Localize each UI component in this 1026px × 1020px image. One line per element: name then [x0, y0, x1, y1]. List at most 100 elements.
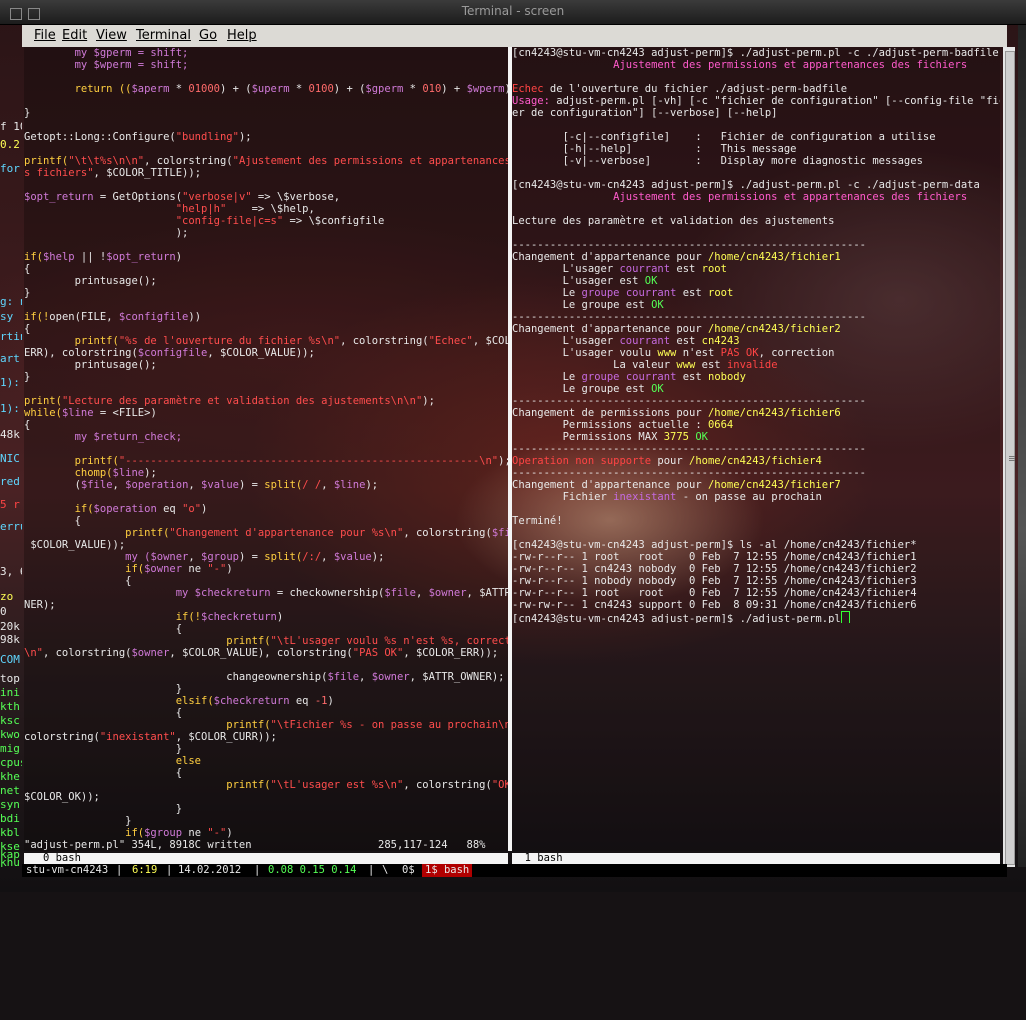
menu-terminal[interactable]: Terminal: [136, 28, 191, 43]
terminal-text: $configfile: [137, 347, 208, 359]
terminal-line: -rw-rw-r-- 1 cn4243 support 0 Feb 8 09:3…: [512, 599, 1000, 611]
terminal-line: -rw-r--r-- 1 root root 0 Feb 7 12:55 /ho…: [512, 587, 1000, 599]
terminal-text: s fichiers": [24, 167, 94, 179]
terminal-text: }: [24, 107, 31, 119]
terminal-text: , colorstring(: [340, 335, 429, 347]
terminal-line: printf("%s de l'ouverture du fichier %s\…: [24, 335, 508, 347]
terminal-line: if($owner ne "-"): [24, 563, 508, 575]
background-text: cpus: [0, 756, 22, 769]
terminal-text: ne: [182, 827, 208, 839]
terminal-text: "%s de l'ouverture du fichier %s\n": [118, 335, 341, 347]
menu-edit[interactable]: Edit: [62, 28, 87, 43]
terminal-text: L'usager est: [512, 275, 645, 287]
terminal-text: $checkreturn: [201, 611, 277, 623]
terminal-text: "\tFichier %s - on passe au prochain\n": [270, 719, 508, 731]
terminal-text: de l'ouverture du fichier ./adjust-perm-…: [543, 83, 848, 95]
terminal-text: printf(: [24, 335, 119, 347]
menu-file[interactable]: File: [34, 28, 56, 43]
terminal-line: -rw-r--r-- 1 cn4243 nobody 0 Feb 7 12:55…: [512, 563, 1000, 575]
terminal-line: Fichier inexistant - on passe au prochai…: [512, 491, 1000, 503]
window-titlebar[interactable]: Terminal - screen: [0, 0, 1026, 25]
terminal-text: if(: [24, 503, 94, 515]
terminal-line: printf("\tL'usager est %s\n", colorstrin…: [24, 779, 508, 791]
terminal-text: $operation: [93, 503, 157, 515]
terminal-line: {: [24, 767, 508, 779]
terminal-line: printf("\tL'usager voulu %s n'est %s, co…: [24, 635, 508, 647]
menu-help[interactable]: Help: [227, 28, 257, 43]
terminal-text: )): [188, 311, 202, 323]
background-text: mig: [0, 742, 20, 755]
terminal-text: changeownership(: [24, 671, 328, 683]
terminal-text: my $return_check;: [24, 431, 183, 443]
terminal-text: split(: [264, 479, 303, 491]
terminal-text: $checkreturn: [213, 695, 290, 707]
terminal-line: La valeur www est invalide: [512, 359, 1000, 371]
terminal-text: Le: [512, 371, 582, 383]
terminal-text: L'usager: [512, 263, 620, 275]
status-window-1-active[interactable]: 1$ bash: [422, 864, 473, 877]
terminal-text: if(!: [24, 311, 50, 323]
terminal-text: $value: [333, 551, 372, 563]
terminal-text: "inexistant": [99, 731, 176, 743]
background-text: ksc: [0, 714, 20, 727]
terminal-text: ) +: [441, 83, 467, 95]
terminal-text: cn4243: [701, 335, 740, 347]
terminal-text: $group: [144, 827, 183, 839]
terminal-text: ----------------------------------------…: [512, 311, 867, 323]
terminal-text: , colorstring(: [42, 647, 132, 659]
terminal-scrollbar[interactable]: [1003, 47, 1015, 867]
background-text: syn: [0, 798, 20, 811]
terminal-line: if($group ne "-"): [24, 827, 508, 839]
background-window-edge: [1018, 25, 1026, 867]
terminal-text: est: [676, 371, 708, 383]
terminal-text: , correction: [758, 347, 835, 359]
terminal-text: $file: [491, 527, 508, 539]
terminal-text: Usage:: [512, 95, 550, 107]
menu-go[interactable]: Go: [199, 28, 217, 43]
terminal-text: inexistant: [613, 491, 677, 503]
terminal-text: open(FILE,: [49, 311, 119, 323]
terminal-text: ,: [188, 479, 202, 491]
terminal-text: $owner: [428, 587, 467, 599]
background-text: 20k: [0, 620, 20, 633]
vim-editor-pane[interactable]: my $gperm = shift; my $wperm = shift; re…: [24, 47, 508, 851]
terminal-text: print(: [24, 395, 62, 407]
terminal-line: else: [24, 755, 508, 767]
terminal-line: Operation non supporte pour /home/cn4243…: [512, 455, 1000, 467]
terminal-text: courrant: [619, 335, 671, 347]
terminal-text: [cn4243@stu-vm-cn4243 adjust-perm]$ ./ad…: [512, 179, 980, 191]
terminal-text: [-h|--help] : This message: [512, 143, 797, 155]
terminal-text: Permissions actuelle :: [512, 419, 708, 431]
terminal-line: {: [24, 515, 508, 527]
terminal-text: OK: [651, 383, 664, 395]
menu-view[interactable]: View: [96, 28, 127, 43]
terminal-text: "-": [207, 563, 227, 575]
terminal-text: , colorstring(: [403, 527, 492, 539]
background-text: erru: [0, 520, 22, 533]
text-cursor: [840, 611, 850, 623]
scrollbar-thumb[interactable]: [1005, 51, 1015, 865]
terminal-text: );: [422, 395, 435, 407]
terminal-line: printusage();: [24, 275, 508, 287]
terminal-line: my $gperm = shift;: [24, 47, 508, 59]
terminal-text: printf(: [24, 155, 69, 167]
background-text: zo: [0, 590, 14, 603]
terminal-line: colorstring("inexistant", $COLOR_CURR));: [24, 731, 508, 743]
terminal-text: = GetOptions(: [93, 191, 183, 203]
terminal-text: printf(: [24, 635, 271, 647]
terminal-text: $operation: [125, 479, 189, 491]
terminal-line: Changement d'appartenance pour /home/cn4…: [512, 251, 1000, 263]
terminal-text: ): [226, 563, 233, 575]
background-text: 0.2: [0, 138, 20, 151]
terminal-text: my (: [24, 551, 151, 563]
bash-output-pane[interactable]: [cn4243@stu-vm-cn4243 adjust-perm]$ ./ad…: [512, 47, 1000, 851]
terminal-line: {: [24, 575, 508, 587]
terminal-text: Ajustement des permissions et appartenan…: [512, 59, 968, 71]
terminal-text: ----------------------------------------…: [512, 395, 867, 407]
terminal-text: $aperm: [131, 83, 170, 95]
terminal-text: "Ajustement des permissions et appartena…: [232, 155, 508, 167]
